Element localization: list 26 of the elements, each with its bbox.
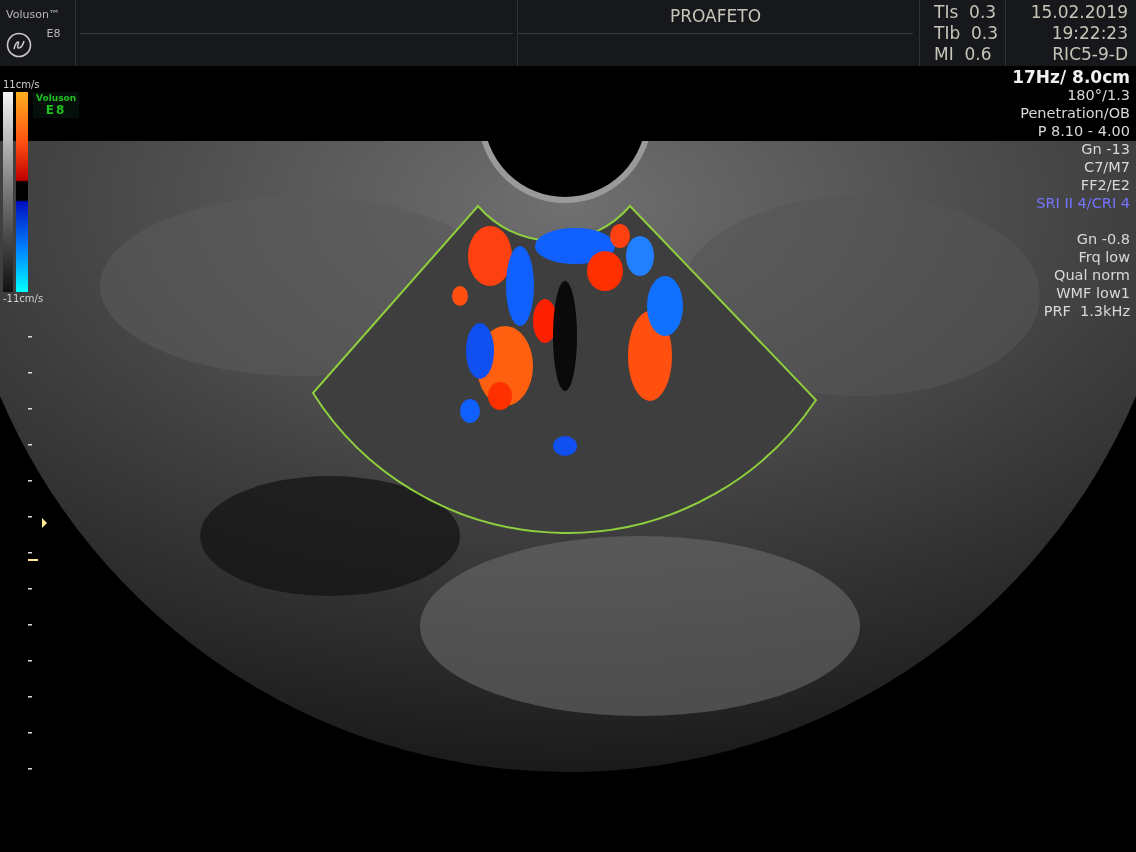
scan-parameter: PRF 1.3kHz — [1043, 302, 1130, 320]
model-label: E8 — [46, 26, 62, 40]
logo-icon — [6, 32, 32, 59]
brand-label: Voluson™ — [6, 7, 61, 21]
scan-parameter: SRI II 4/CRI 4 — [1036, 194, 1130, 212]
scan-parameter: C7/M7 — [1084, 158, 1130, 176]
model-badge: Voluson E8 — [33, 92, 80, 118]
scan-parameter: Penetration/OB — [1020, 104, 1130, 122]
scan-parameter: Frq low — [1078, 248, 1130, 266]
scan-parameter: 180°/1.3 — [1067, 86, 1130, 104]
exam-date: 15.02.2019 — [1030, 2, 1128, 23]
safety-index: TIs 0.3 — [934, 2, 998, 23]
safety-index: TIb 0.3 — [934, 23, 1000, 44]
safety-index: MI 0.6 — [934, 44, 993, 65]
velocity-min-label: -11cm/s — [3, 292, 45, 306]
scan-parameter: Qual norm — [1053, 266, 1130, 284]
scan-parameter: FF2/E2 — [1080, 176, 1130, 194]
exam-time: 19:22:23 — [1051, 23, 1128, 44]
scan-parameter: 17Hz/ 8.0cm — [1012, 68, 1130, 86]
scan-parameter: P 8.10 - 4.00 — [1037, 122, 1130, 140]
scan-parameter: Gn -0.8 — [1076, 230, 1130, 248]
probe-name: RIC5-9-D — [1052, 44, 1128, 65]
patient-name: PROAFETO — [669, 6, 762, 26]
scan-parameter: WMF low1 — [1056, 284, 1130, 302]
scan-parameter: Gn -13 — [1081, 140, 1130, 158]
velocity-max-label: 11cm/s — [3, 78, 41, 92]
